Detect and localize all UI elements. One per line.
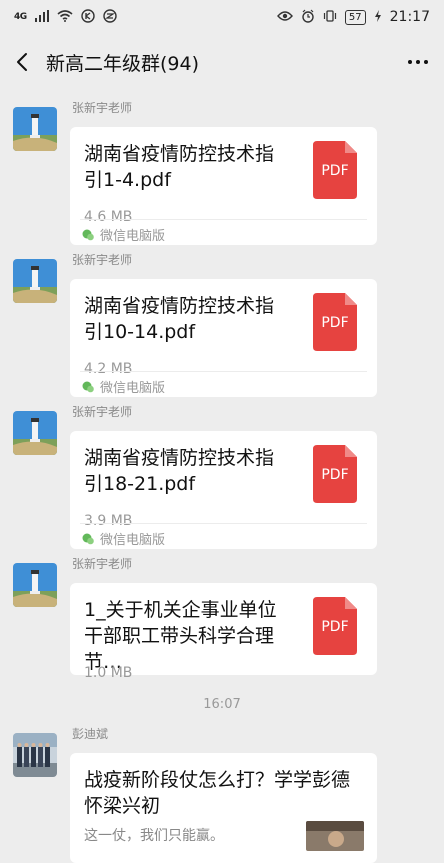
battery-indicator: 57	[344, 9, 366, 25]
file-message-bubble[interactable]: 湖南省疫情防控技术指引18-21.pdf 3.9 MB PDF 微信电脑版	[70, 431, 377, 549]
pdf-label: PDF	[321, 163, 349, 179]
divider	[80, 523, 367, 524]
file-size: 4.6 MB	[84, 209, 133, 225]
source-label: 微信电脑版	[100, 533, 166, 548]
wechat-pc-icon	[82, 533, 94, 545]
sender-name: 彭迪斌	[72, 727, 109, 741]
notification-app-icon	[102, 8, 117, 26]
pdf-file-icon: PDF	[313, 141, 357, 199]
wifi-icon	[57, 9, 73, 25]
pdf-file-icon: PDF	[313, 597, 357, 655]
avatar[interactable]	[13, 259, 57, 303]
source-label: 微信电脑版	[100, 229, 166, 244]
article-message-bubble[interactable]: 战疫新阶段仗怎么打？学学彭德怀梁兴初 这一仗，我们只能赢。	[70, 753, 377, 863]
status-right: 57 21:17	[276, 9, 430, 26]
sender-name: 张新宇老师	[72, 557, 133, 571]
source-row: 微信电脑版	[82, 377, 165, 396]
chat-header: 新高二年级群(94)	[0, 34, 444, 90]
sender-name: 张新宇老师	[72, 253, 133, 267]
file-size: 4.2 MB	[84, 361, 133, 377]
source-row: 微信电脑版	[82, 225, 165, 244]
pdf-label: PDF	[321, 315, 349, 331]
article-thumbnail	[306, 821, 364, 851]
vibrate-icon	[323, 9, 337, 26]
divider	[80, 219, 367, 220]
file-message-bubble[interactable]: 1_关于机关企事业单位干部职工带头科学合理节… 1.0 MB PDF	[70, 583, 377, 681]
eye-icon	[276, 10, 293, 25]
file-name: 湖南省疫情防控技术指引10-14.pdf	[84, 295, 275, 343]
pdf-label: PDF	[321, 467, 349, 483]
back-arrow-icon[interactable]	[2, 34, 42, 90]
chat-title: 新高二年级群(94)	[46, 52, 200, 75]
file-size: 3.9 MB	[84, 513, 133, 529]
charging-icon	[374, 9, 382, 25]
pdf-label: PDF	[321, 619, 349, 635]
file-message-bubble[interactable]: 湖南省疫情防控技术指引1-4.pdf 4.6 MB PDF 微信电脑版	[70, 127, 377, 245]
wechat-pc-icon	[82, 229, 94, 241]
sender-name: 张新宇老师	[72, 405, 133, 419]
file-message-bubble[interactable]: 湖南省疫情防控技术指引10-14.pdf 4.2 MB PDF 微信电脑版	[70, 279, 377, 397]
pdf-file-icon: PDF	[313, 293, 357, 351]
clock: 21:17	[389, 9, 430, 25]
file-name: 湖南省疫情防控技术指引1-4.pdf	[84, 143, 275, 191]
sender-name: 张新宇老师	[72, 101, 133, 115]
avatar[interactable]	[13, 411, 57, 455]
source-label: 微信电脑版	[100, 381, 166, 396]
article-description: 这一仗，我们只能赢。	[84, 828, 224, 844]
status-bar: 4G 57 21:17	[0, 0, 444, 34]
avatar[interactable]	[13, 563, 57, 607]
wechat-pc-icon	[82, 381, 94, 393]
source-row: 微信电脑版	[82, 529, 165, 548]
more-options-icon[interactable]	[398, 34, 438, 90]
status-left: 4G	[14, 8, 117, 26]
signal-icon	[34, 9, 49, 25]
avatar[interactable]	[13, 733, 57, 777]
file-name: 湖南省疫情防控技术指引18-21.pdf	[84, 447, 275, 495]
time-separator: 16:07	[203, 697, 241, 712]
k-app-icon	[80, 8, 95, 26]
article-title: 战疫新阶段仗怎么打？学学彭德怀梁兴初	[84, 769, 351, 817]
file-name: 1_关于机关企事业单位干部职工带头科学合理节…	[84, 599, 277, 673]
avatar[interactable]	[13, 107, 57, 151]
alarm-icon	[301, 9, 315, 26]
pdf-file-icon: PDF	[313, 445, 357, 503]
network-type: 4G	[14, 12, 27, 22]
file-size: 1.0 MB	[84, 665, 133, 681]
divider	[80, 371, 367, 372]
